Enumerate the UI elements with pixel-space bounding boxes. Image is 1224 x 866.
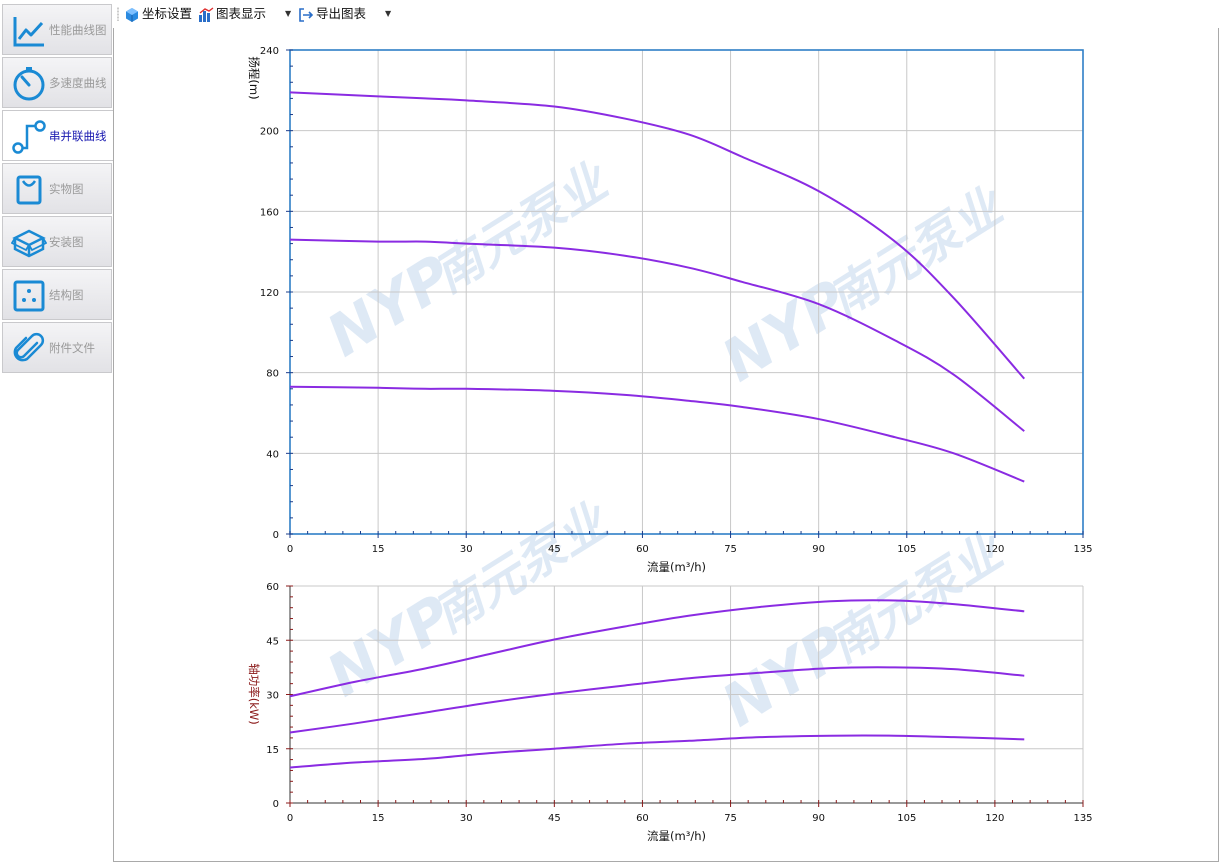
export-chart-button[interactable]: 导出图表 bbox=[298, 4, 366, 24]
x-tick-label: 75 bbox=[724, 544, 737, 555]
sidebar-item-structure[interactable]: 结构图 bbox=[2, 269, 112, 320]
watermark: NYP南元泵业 bbox=[710, 177, 1016, 395]
chart-display-label: 图表显示 bbox=[216, 6, 267, 21]
x-tick-label: 75 bbox=[724, 813, 737, 824]
sidebar-item-multi-speed[interactable]: 多速度曲线 bbox=[2, 57, 112, 108]
x-tick-label: 60 bbox=[636, 544, 649, 555]
chart-canvas: NYP南元泵业 NYP南元泵业 NYP南元泵业 NYP南元泵业 0 15 30 45 60 75… bbox=[247, 46, 1093, 843]
y-tick-label: 15 bbox=[266, 745, 279, 756]
x-axis-title: 流量(m³/h) bbox=[647, 829, 706, 843]
chart-panel: NYP 南元泵业 NYP 南元泵业 NYP 南元泵业 NYP 南元泵业 0 15 30 45 60 75… bbox=[113, 28, 1219, 862]
watermark: NYP南元泵业 bbox=[710, 522, 1016, 740]
y-tick-label: 40 bbox=[266, 449, 279, 460]
y-tick-label: 240 bbox=[260, 46, 279, 57]
axis-settings-button[interactable]: 坐标设置 bbox=[124, 4, 192, 24]
x-tick-label: 0 bbox=[287, 813, 293, 824]
curve-series-3 bbox=[289, 734, 1025, 769]
x-tick-label: 15 bbox=[372, 544, 385, 555]
line-chart-icon bbox=[13, 17, 44, 47]
x-tick-label: 90 bbox=[812, 813, 825, 824]
y-axis-title: 扬程(m) bbox=[247, 56, 261, 99]
y-tick-label: 160 bbox=[260, 207, 279, 218]
sidebar-item-product-photo[interactable]: 实物图 bbox=[2, 163, 112, 214]
curve-series-3 bbox=[289, 385, 1025, 483]
watermark: NYP南元泵业 bbox=[315, 152, 621, 370]
watermark-name: 南元泵业 bbox=[424, 492, 621, 644]
sidebar-item-label: 安装图 bbox=[49, 235, 84, 249]
x-tick-label: 30 bbox=[460, 544, 473, 555]
paperclip-icon bbox=[13, 332, 45, 362]
x-tick-label: 105 bbox=[897, 544, 916, 555]
toolbar-grip-icon[interactable] bbox=[117, 7, 119, 21]
x-tick-label: 120 bbox=[985, 544, 1004, 555]
sidebar-item-attachments[interactable]: 附件文件 bbox=[2, 322, 112, 373]
y-axis-title: 轴功率(kW) bbox=[247, 663, 261, 725]
toolbar: 坐标设置 图表显示 ▼ 导出图表 ▼ bbox=[114, 0, 1224, 28]
export-chart-label: 导出图表 bbox=[316, 6, 367, 21]
sidebar-item-performance-curve[interactable]: 性能曲线图 bbox=[2, 4, 112, 55]
x-tick-label: 135 bbox=[1073, 813, 1092, 824]
y-tick-label: 0 bbox=[273, 799, 279, 810]
x-tick-label: 45 bbox=[548, 813, 561, 824]
watermark-name: 南元泵业 bbox=[424, 152, 621, 304]
structure-icon bbox=[13, 280, 45, 312]
y-tick-label: 200 bbox=[260, 127, 279, 138]
sidebar-item-label: 多速度曲线 bbox=[49, 76, 107, 90]
x-axis-title: 流量(m³/h) bbox=[647, 560, 706, 574]
y-tick-label: 120 bbox=[260, 288, 279, 299]
x-tick-label: 120 bbox=[985, 813, 1004, 824]
x-tick-label: 105 bbox=[897, 813, 916, 824]
x-tick-label: 15 bbox=[372, 813, 385, 824]
x-tick-label: 0 bbox=[287, 544, 293, 555]
y-tick-label: 45 bbox=[266, 636, 279, 647]
watermark-name: 南元泵业 bbox=[819, 177, 1016, 329]
cube-settings-icon bbox=[126, 7, 138, 22]
speed-gauge-icon bbox=[13, 67, 45, 101]
chart-display-dropdown-icon[interactable]: ▼ bbox=[285, 4, 291, 24]
sidebar-item-label: 结构图 bbox=[49, 288, 84, 302]
bar-chart-icon bbox=[199, 6, 214, 22]
watermark: NYP南元泵业 bbox=[315, 492, 621, 710]
series-parallel-icon bbox=[12, 120, 46, 154]
y-tick-label: 80 bbox=[266, 369, 279, 380]
y-tick-label: 60 bbox=[266, 582, 279, 593]
axis-settings-label: 坐标设置 bbox=[142, 6, 193, 21]
y-tick-label: 30 bbox=[266, 691, 279, 702]
export-icon bbox=[299, 7, 314, 22]
x-tick-label: 30 bbox=[460, 813, 473, 824]
install-box-icon bbox=[11, 229, 47, 258]
sidebar-item-series-parallel[interactable]: 串并联曲线 bbox=[2, 110, 114, 161]
sidebar-item-installation[interactable]: 安装图 bbox=[2, 216, 112, 267]
x-tick-label: 90 bbox=[812, 544, 825, 555]
sidebar-item-label: 附件文件 bbox=[49, 341, 95, 355]
product-photo-icon bbox=[16, 175, 42, 205]
sidebar: 性能曲线图 多速度曲线 串并联曲线 实物图 安装图 结构图 附件文件 bbox=[0, 0, 114, 866]
x-tick-label: 45 bbox=[548, 544, 561, 555]
sidebar-item-label: 串并联曲线 bbox=[49, 129, 107, 143]
chart-display-button[interactable]: 图表显示 bbox=[198, 4, 266, 24]
y-tick-label: 0 bbox=[273, 530, 279, 541]
sidebar-item-label: 实物图 bbox=[49, 182, 84, 196]
x-tick-label: 135 bbox=[1073, 544, 1092, 555]
x-tick-label: 60 bbox=[636, 813, 649, 824]
sidebar-item-label: 性能曲线图 bbox=[49, 23, 107, 37]
export-chart-dropdown-icon[interactable]: ▼ bbox=[385, 4, 391, 24]
